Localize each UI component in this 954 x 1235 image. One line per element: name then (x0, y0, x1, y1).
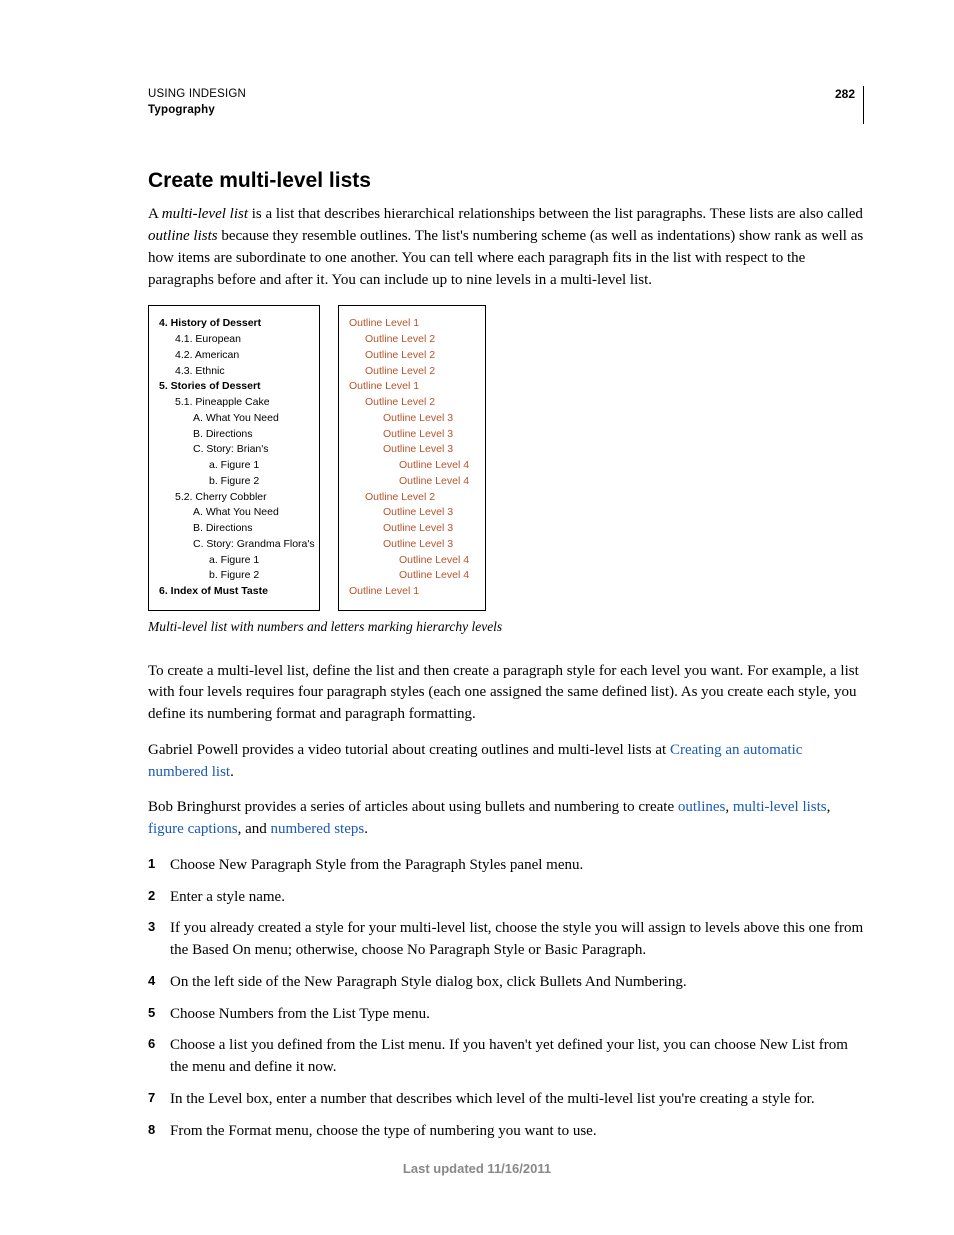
term-outline-lists: outline lists (148, 228, 218, 244)
outline-level-label: Outline Level 3 (349, 537, 477, 553)
outline-level-label: Outline Level 2 (349, 348, 477, 364)
running-header: USING INDESIGN Typography 282 (148, 86, 864, 124)
page-number: 282 (835, 86, 855, 103)
outline-level-label: Outline Level 4 (349, 553, 477, 569)
link-numbered-steps[interactable]: numbered steps (270, 821, 364, 837)
step-item: On the left side of the New Paragraph St… (148, 972, 864, 994)
outline-level-label: Outline Level 3 (349, 427, 477, 443)
link-figure-captions[interactable]: figure captions (148, 821, 238, 837)
text: Gabriel Powell provides a video tutorial… (148, 742, 670, 758)
outline-level-label: Outline Level 2 (349, 364, 477, 380)
body-paragraph: Gabriel Powell provides a video tutorial… (148, 740, 864, 784)
link-outlines[interactable]: outlines (678, 799, 726, 815)
section-heading: Create multi-level lists (148, 166, 864, 196)
figure-left-panel: 4. History of Dessert4.1. European4.2. A… (148, 305, 320, 611)
outline-item: 4.3. Ethnic (159, 364, 311, 380)
outline-item: 4.2. American (159, 348, 311, 364)
outline-item: B. Directions (159, 521, 311, 537)
outline-item: a. Figure 1 (159, 458, 311, 474)
outline-item: a. Figure 1 (159, 553, 311, 569)
outline-item: 6. Index of Must Taste (159, 584, 311, 600)
text: A (148, 206, 162, 222)
outline-level-label: Outline Level 1 (349, 316, 477, 332)
outline-level-label: Outline Level 3 (349, 411, 477, 427)
text: because they resemble outlines. The list… (148, 228, 863, 288)
step-item: Choose Numbers from the List Type menu. (148, 1004, 864, 1026)
text: is a list that describes hierarchical re… (248, 206, 863, 222)
outline-level-label: Outline Level 3 (349, 521, 477, 537)
figure-multi-level-list: 4. History of Dessert4.1. European4.2. A… (148, 305, 864, 611)
step-item: Choose New Paragraph Style from the Para… (148, 855, 864, 877)
text: , and (238, 821, 271, 837)
outline-item: b. Figure 2 (159, 474, 311, 490)
outline-item: b. Figure 2 (159, 568, 311, 584)
outline-level-label: Outline Level 4 (349, 474, 477, 490)
outline-level-label: Outline Level 4 (349, 458, 477, 474)
outline-item: 4. History of Dessert (159, 316, 311, 332)
text: , (725, 799, 733, 815)
text: . (364, 821, 368, 837)
text: Bob Bringhurst provides a series of arti… (148, 799, 678, 815)
outline-level-label: Outline Level 3 (349, 505, 477, 521)
text: . (230, 764, 234, 780)
outline-level-label: Outline Level 3 (349, 442, 477, 458)
outline-level-label: Outline Level 2 (349, 332, 477, 348)
outline-level-label: Outline Level 2 (349, 395, 477, 411)
outline-level-label: Outline Level 4 (349, 568, 477, 584)
outline-item: B. Directions (159, 427, 311, 443)
outline-item: 4.1. European (159, 332, 311, 348)
term-multi-level-list: multi-level list (162, 206, 248, 222)
outline-item: A. What You Need (159, 411, 311, 427)
book-title: USING INDESIGN (148, 86, 246, 102)
step-item: Enter a style name. (148, 887, 864, 909)
step-item: From the Format menu, choose the type of… (148, 1121, 864, 1143)
outline-item: 5.2. Cherry Cobbler (159, 490, 311, 506)
figure-right-panel: Outline Level 1Outline Level 2Outline Le… (338, 305, 486, 611)
procedure-steps: Choose New Paragraph Style from the Para… (148, 855, 864, 1143)
outline-item: 5.1. Pineapple Cake (159, 395, 311, 411)
outline-item: A. What You Need (159, 505, 311, 521)
outline-item: C. Story: Brian's (159, 442, 311, 458)
header-left: USING INDESIGN Typography (148, 86, 246, 118)
body-paragraph: To create a multi-level list, define the… (148, 661, 864, 726)
link-multi-level-lists[interactable]: multi-level lists (733, 799, 827, 815)
outline-item: C. Story: Grandma Flora's (159, 537, 311, 553)
outline-level-label: Outline Level 1 (349, 584, 477, 600)
text: , (827, 799, 831, 815)
step-item: Choose a list you defined from the List … (148, 1035, 864, 1079)
outline-level-label: Outline Level 1 (349, 379, 477, 395)
body-paragraph: Bob Bringhurst provides a series of arti… (148, 797, 864, 841)
chapter-title: Typography (148, 102, 246, 118)
outline-level-label: Outline Level 2 (349, 490, 477, 506)
step-item: In the Level box, enter a number that de… (148, 1089, 864, 1111)
figure-caption: Multi-level list with numbers and letter… (148, 617, 864, 637)
page-footer: Last updated 11/16/2011 (0, 1160, 954, 1179)
outline-item: 5. Stories of Dessert (159, 379, 311, 395)
intro-paragraph: A multi-level list is a list that descri… (148, 204, 864, 291)
step-item: If you already created a style for your … (148, 918, 864, 962)
